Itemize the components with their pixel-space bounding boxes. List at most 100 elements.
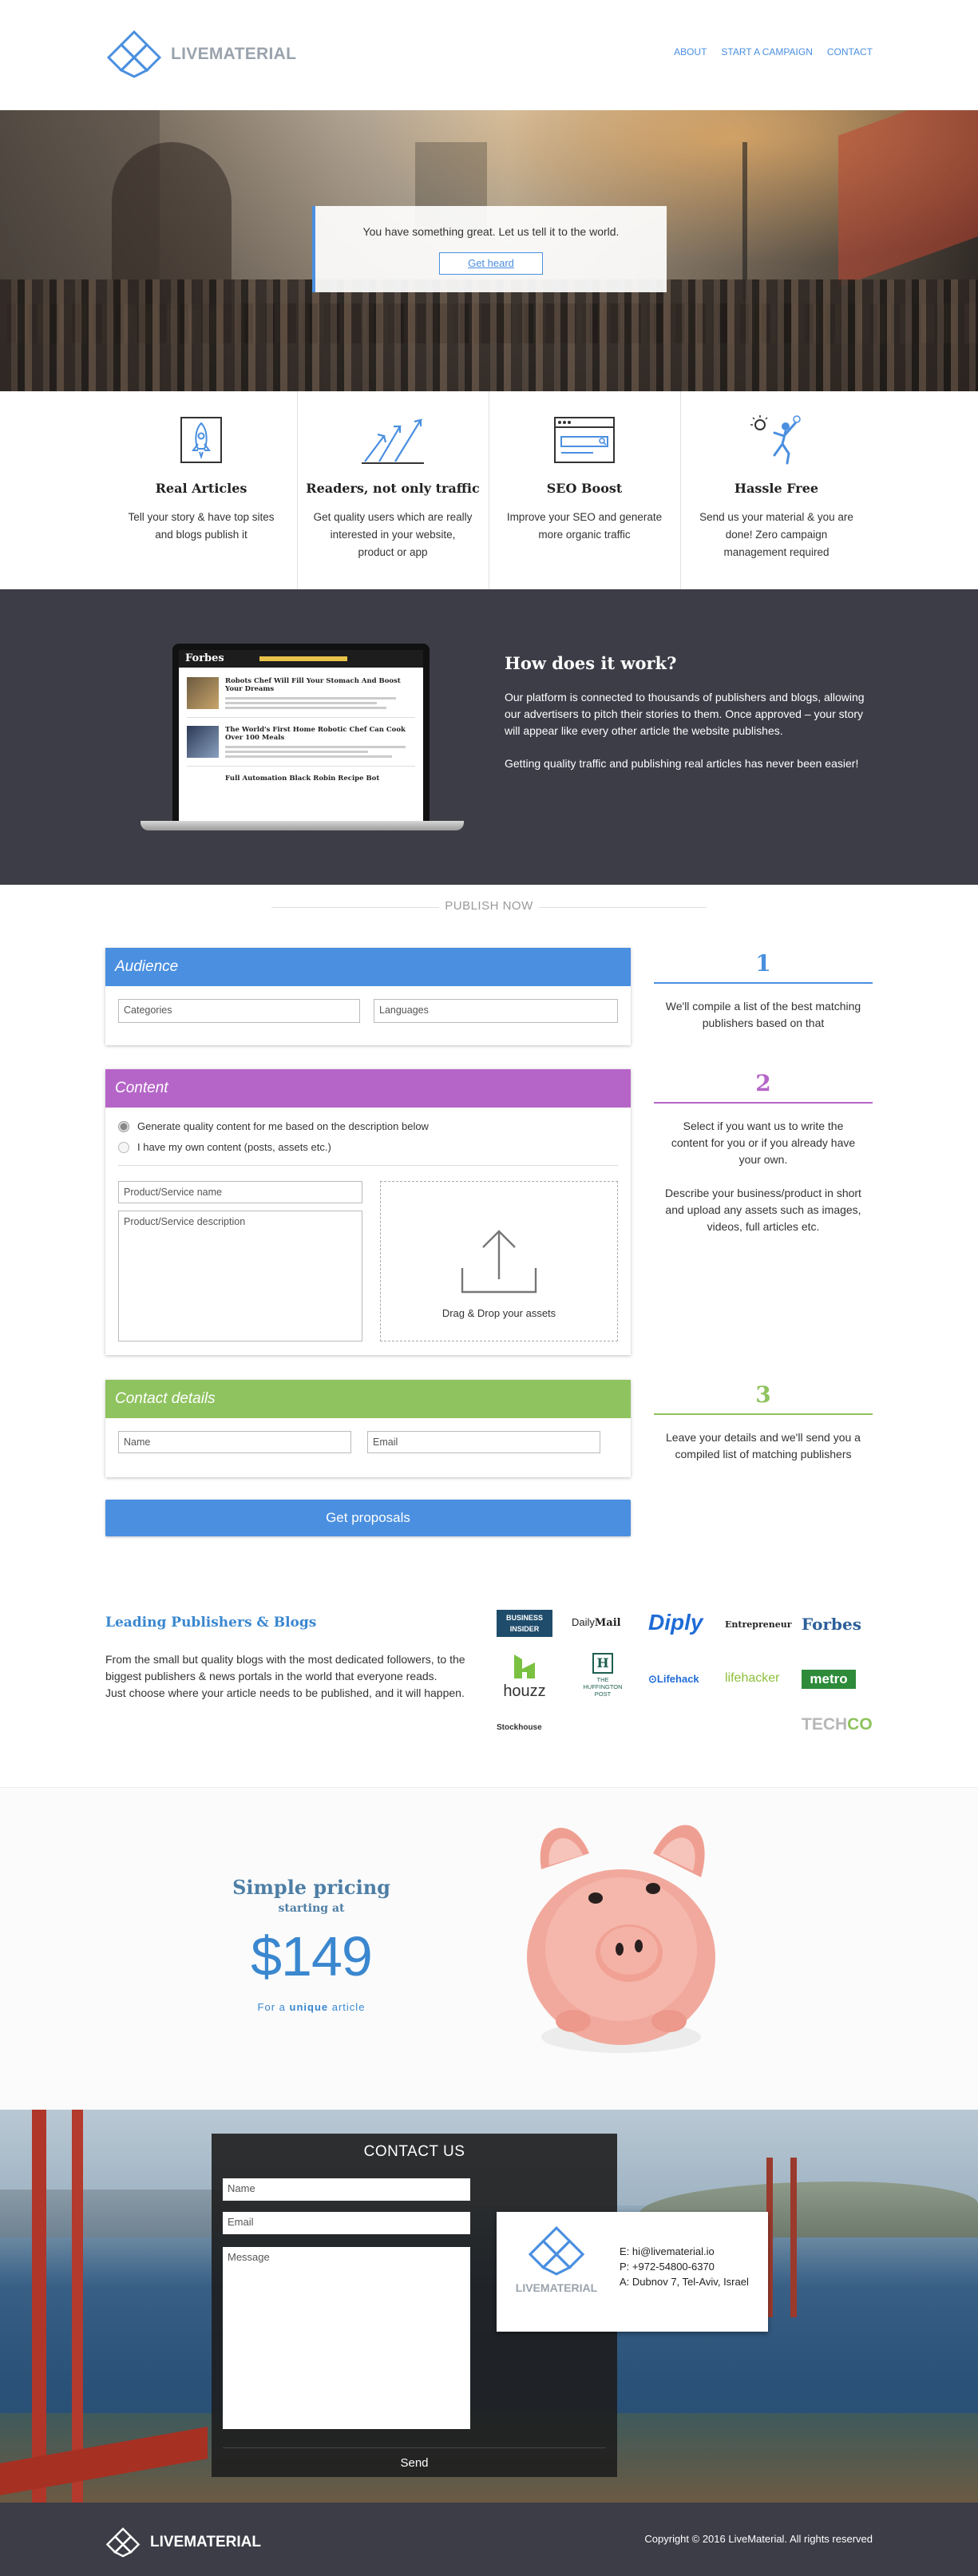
content-header: Content bbox=[105, 1069, 631, 1108]
contact-address: A: Dubnov 7, Tel-Aviv, Israel bbox=[620, 2276, 749, 2288]
product-name-input[interactable]: Product/Service name bbox=[118, 1181, 362, 1203]
product-description-textarea[interactable]: Product/Service description bbox=[118, 1211, 362, 1342]
article-row-1: Robots Chef Will Fill Your Stomach And B… bbox=[179, 668, 423, 709]
hero: You have something great. Let us tell it… bbox=[0, 110, 978, 391]
how-title: How does it work? bbox=[505, 653, 677, 673]
piggy-bank-image bbox=[527, 1825, 715, 2053]
footer-logo[interactable]: LIVEMATERIAL bbox=[105, 2526, 261, 2558]
step-text: Leave your details and we'll send you a … bbox=[666, 1431, 861, 1460]
pricing-title: Simple pricing bbox=[232, 1876, 390, 1899]
audience-header: Audience bbox=[105, 948, 631, 986]
price-amount: $149 bbox=[251, 1925, 373, 1987]
contact-section: CONTACT US Name Email Message Send LIVEM… bbox=[0, 2110, 978, 2503]
article-title: Full Automation Black Robin Recipe Bot bbox=[225, 775, 380, 783]
lifehack-logo: ⊙Lifehack bbox=[648, 1673, 699, 1685]
content-divider bbox=[118, 1165, 618, 1166]
dropzone-label: Drag & Drop your assets bbox=[441, 1307, 556, 1319]
logo[interactable]: LIVEMATERIAL bbox=[105, 29, 296, 80]
metro-logo: metro bbox=[802, 1670, 856, 1689]
forbes-bar: Forbes bbox=[179, 650, 423, 668]
logo-diamond-icon bbox=[105, 2527, 141, 2558]
hero-awning bbox=[838, 110, 978, 287]
header: LIVEMATERIAL ABOUT START A CAMPAIGN CONT… bbox=[0, 0, 978, 110]
radio-generate-dot[interactable] bbox=[118, 1120, 129, 1132]
logo-diamond-icon bbox=[528, 2225, 585, 2276]
step-number: 1 bbox=[755, 950, 771, 977]
contact-phone: P: +972-54800-6370 bbox=[620, 2261, 715, 2273]
address-card: LIVEMATERIAL E: hi@livematerial.io P: +9… bbox=[497, 2212, 768, 2332]
hero-callout: You have something great. Let us tell it… bbox=[312, 206, 667, 292]
hero-lamp-post bbox=[742, 142, 747, 302]
how-paragraph-2: Getting quality traffic and publishing r… bbox=[505, 757, 859, 770]
contact-email: E: hi@livematerial.io bbox=[620, 2245, 715, 2257]
feature-title: Hassle Free bbox=[734, 481, 819, 496]
languages-select[interactable]: Languages bbox=[374, 999, 618, 1023]
contact-name-input[interactable]: Name bbox=[223, 2178, 470, 2201]
radio-own-dot[interactable] bbox=[118, 1141, 129, 1153]
forbes-logo: Forbes bbox=[185, 652, 224, 664]
nav-start-campaign[interactable]: START A CAMPAIGN bbox=[721, 46, 812, 57]
step-number: 3 bbox=[755, 1381, 771, 1408]
publishers-text: Leading Publishers & Blogs From the smal… bbox=[105, 1615, 481, 1702]
categories-select[interactable]: Categories bbox=[118, 999, 360, 1023]
step-2: 2 Select if you want us to write the con… bbox=[654, 1070, 873, 1235]
feature-text: Send us your material & you are done! Ze… bbox=[699, 511, 853, 558]
send-button[interactable]: Send bbox=[223, 2447, 606, 2470]
hero-crowd bbox=[0, 279, 978, 391]
price-unit: For a unique article bbox=[257, 2001, 366, 2013]
radio-own-content[interactable]: I have my own content (posts, assets etc… bbox=[118, 1141, 331, 1153]
huffington-post-logo: H THE HUFFINGTON POST bbox=[576, 1653, 629, 1698]
volleyball-player-icon bbox=[750, 415, 801, 465]
asset-dropzone[interactable]: Drag & Drop your assets bbox=[380, 1181, 618, 1342]
feature-title: Readers, not only traffic bbox=[306, 481, 480, 496]
feature-text: Get quality users which are really inter… bbox=[313, 511, 473, 558]
daily-mail-logo: DailyMail bbox=[572, 1616, 621, 1629]
how-paragraph-1: Our platform is connected to thousands o… bbox=[505, 691, 865, 737]
houzz-mark-icon bbox=[514, 1655, 535, 1678]
email-input[interactable]: Email bbox=[367, 1431, 600, 1453]
hero-tagline: You have something great. Let us tell it… bbox=[362, 225, 620, 238]
step-underline bbox=[654, 1413, 873, 1415]
pricing-starting: starting at bbox=[278, 1902, 345, 1915]
footer-wordmark: LIVEMATERIAL bbox=[150, 2534, 261, 2550]
upload-icon bbox=[461, 1230, 537, 1294]
step-1: 1 We'll compile a list of the best match… bbox=[654, 950, 873, 1032]
step-underline bbox=[654, 1102, 873, 1104]
features: Real Articles Tell your story & have top… bbox=[0, 391, 978, 589]
feature-seo: SEO Boost Improve your SEO and generate … bbox=[489, 391, 681, 589]
stockhouse-logo: Stockhouse bbox=[497, 1723, 542, 1732]
get-proposals-button[interactable]: Get proposals bbox=[105, 1500, 631, 1536]
step-text: Select if you want us to write the conte… bbox=[671, 1120, 856, 1166]
laptop-bezel: Forbes Robots Chef Will Fill Your Stomac… bbox=[172, 644, 430, 821]
laptop-screen: Forbes Robots Chef Will Fill Your Stomac… bbox=[179, 650, 423, 821]
audience-card: Audience Categories Languages bbox=[105, 948, 631, 1045]
forbes-banner bbox=[259, 656, 348, 661]
step-3: 3 Leave your details and we'll send you … bbox=[654, 1381, 873, 1463]
lifehacker-logo: lifehacker bbox=[725, 1671, 780, 1685]
step-text: We'll compile a list of the best matchin… bbox=[665, 1000, 861, 1029]
get-heard-button[interactable]: Get heard bbox=[439, 252, 543, 275]
feature-text: Tell your story & have top sites and blo… bbox=[128, 511, 275, 541]
pricing-section: Simple pricing starting at $149 For a un… bbox=[0, 1787, 978, 2110]
feature-hassle-free: Hassle Free Send us your material & you … bbox=[681, 391, 873, 589]
feature-title: Real Articles bbox=[155, 481, 247, 496]
business-insider-logo: BUSINESS INSIDER bbox=[497, 1610, 552, 1637]
copyright: Copyright © 2016 LiveMaterial. All right… bbox=[644, 2533, 873, 2545]
contact-message-textarea[interactable]: Message bbox=[223, 2247, 470, 2429]
publishers-title: Leading Publishers & Blogs bbox=[105, 1615, 317, 1631]
article-title: Robots Chef Will Fill Your Stomach And B… bbox=[225, 677, 401, 693]
address-lines: E: hi@livematerial.io P: +972-54800-6370… bbox=[620, 2244, 749, 2289]
radio-generate[interactable]: Generate quality content for me based on… bbox=[118, 1120, 429, 1132]
name-input[interactable]: Name bbox=[118, 1431, 351, 1453]
radio-generate-label: Generate quality content for me based on… bbox=[137, 1120, 429, 1132]
contact-details-header: Contact details bbox=[105, 1380, 631, 1418]
nav-about[interactable]: ABOUT bbox=[674, 46, 707, 57]
how-text: How does it work? Our platform is connec… bbox=[505, 653, 872, 788]
forbes-logo: Forbes bbox=[802, 1615, 861, 1634]
address-logo-wordmark: LIVEMATERIAL bbox=[515, 2281, 598, 2294]
browser-search-icon bbox=[554, 417, 615, 463]
main-nav: ABOUT START A CAMPAIGN CONTACT bbox=[674, 46, 873, 57]
contact-email-input[interactable]: Email bbox=[223, 2212, 470, 2234]
radio-own-label: I have my own content (posts, assets etc… bbox=[137, 1141, 331, 1153]
nav-contact[interactable]: CONTACT bbox=[827, 46, 873, 57]
